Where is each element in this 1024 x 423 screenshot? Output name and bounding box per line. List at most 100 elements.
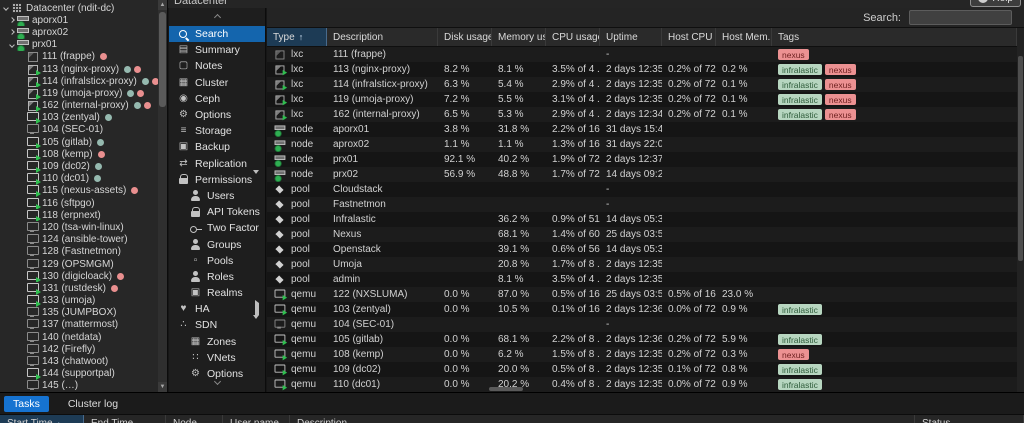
tree-item-prx01[interactable]: prx01 [0, 39, 158, 51]
menu-scroll-up-icon[interactable] [169, 8, 265, 26]
task-column-status[interactable]: Status [915, 415, 1024, 423]
task-column-start-time[interactable]: Start Time ↓ [0, 415, 84, 423]
menu-item-storage[interactable]: ≡ Storage [169, 123, 265, 139]
tree-scrollbar[interactable]: ▲ ▼ [158, 0, 167, 392]
tree-item-129-opsmgm[interactable]: 129 (OPSMGM) [0, 258, 158, 270]
resource-row-108-kemp[interactable]: qemu 108 (kemp) 0.0 % 6.2 % 1.5% of 8 ... 2 d… [267, 347, 1024, 362]
table-vscroll-thumb[interactable] [1018, 56, 1023, 261]
menu-item-zones[interactable]: ▦ Zones [169, 334, 265, 350]
tree-item-142-firefly[interactable]: 142 (Firefly) [0, 343, 158, 355]
column-header-host-cpu[interactable]: Host CPU ... [662, 28, 716, 46]
tree-item-133-umoja[interactable]: 133 (umoja) [0, 295, 158, 307]
tree-expander-icon[interactable] [8, 29, 16, 36]
tree-item-103-zentyal[interactable]: 103 (zentyal) [0, 112, 158, 124]
resource-row-110-dc01[interactable]: qemu110 (dc01)0.0 %20.2 %0.4% of 8 ...2 … [267, 377, 1024, 392]
menu-item-api-tokens[interactable]: API Tokens [169, 204, 265, 220]
resource-row-umoja[interactable]: pool Umoja 20.8 % 1.7% of 8 ... 2 days 12:35… [267, 257, 1024, 272]
tree-scroll-up-icon[interactable]: ▲ [158, 0, 167, 10]
resource-row-105-gitlab[interactable]: qemu 105 (gitlab) 0.0 % 68.1 % 2.2% of 8 ...… [267, 332, 1024, 347]
menu-item-permissions[interactable]: Permissions [169, 169, 265, 188]
tree-item-109-dc02[interactable]: 109 (dc02) [0, 160, 158, 173]
tree-scroll-down-icon[interactable]: ▼ [158, 382, 167, 392]
tree-item-108-kemp[interactable]: 108 (kemp) [0, 148, 158, 161]
menu-item-realms[interactable]: ▣ Realms [169, 285, 265, 301]
tree-item-116-sftpgo[interactable]: 116 (sftpgo) [0, 197, 158, 210]
column-header-cpu-usage[interactable]: CPU usage [546, 28, 600, 46]
column-header-memory-us[interactable]: Memory us... [492, 28, 546, 46]
tree-item-124-ansible-tower[interactable]: 124 (ansible-tower) [0, 234, 158, 246]
tree-item-119-umoja-proxy[interactable]: 119 (umoja-proxy) [0, 87, 158, 100]
resource-row-111-frappe[interactable]: lxc 111 (frappe) - nexus [267, 47, 1024, 62]
menu-item-summary[interactable]: ▤ Summary [169, 42, 265, 58]
menu-item-groups[interactable]: Groups [169, 236, 265, 252]
menu-item-vnets[interactable]: ∷ VNets [169, 350, 265, 366]
search-input[interactable] [909, 10, 1012, 25]
resource-row-prx01[interactable]: node prx01 92.1 % 40.2 % 1.9% of 72 ... 2 day… [267, 152, 1024, 167]
tree-expander-icon[interactable] [8, 41, 16, 48]
menu-item-sdn[interactable]: ∴ SDN [169, 315, 265, 333]
menu-item-ha[interactable]: ♥ HA [169, 300, 265, 319]
tree-item-105-gitlab[interactable]: 105 (gitlab) [0, 136, 158, 149]
tree-expander-icon[interactable] [8, 17, 16, 24]
resource-row-infralastic[interactable]: pool Infralastic 36.2 % 0.9% of 51 ... 14 da… [267, 212, 1024, 227]
tree-item-140-netdata[interactable]: 140 (netdata) [0, 331, 158, 343]
resource-row-fastnetmon[interactable]: pool Fastnetmon - [267, 197, 1024, 212]
column-header-type[interactable]: Type ↑ [267, 28, 327, 46]
tree-item-137-mattermost[interactable]: 137 (mattermost) [0, 319, 158, 331]
tab-cluster-log[interactable]: Cluster log [59, 396, 127, 412]
menu-item-ceph[interactable]: ◉ Ceph [169, 91, 265, 107]
resource-row-114-infralsticx-proxy[interactable]: lxc 114 (infralsticx-proxy) 6.3 % 5.4 % 2.9%… [267, 77, 1024, 92]
resource-row-122-nxsluma[interactable]: qemu 122 (NXSLUMA) 0.0 % 87.0 % 0.5% of 16 .… [267, 287, 1024, 302]
tree-item-114-infralsticx-proxy[interactable]: 114 (infralsticx-proxy) [0, 75, 158, 88]
tree-expander-icon[interactable] [2, 5, 10, 11]
resource-row-admin[interactable]: pool admin 8.1 % 3.5% of 4 ... 2 days 12:35.… [267, 272, 1024, 287]
resource-row-109-dc02[interactable]: qemu 109 (dc02) 0.0 % 20.0 % 0.5% of 8 ... 2 … [267, 362, 1024, 377]
help-button[interactable]: ? Help [970, 0, 1021, 7]
task-column-description[interactable]: Description [290, 415, 915, 423]
tree-item-145[interactable]: 145 (…) [0, 380, 158, 392]
tree-item-135-jumpbox[interactable]: 135 (JUMPBOX) [0, 307, 158, 319]
resource-row-aprox02[interactable]: node aprox02 1.1 % 1.1 % 1.3% of 16 ... 31 da… [267, 137, 1024, 152]
menu-item-pools[interactable]: ▫ Pools [169, 253, 265, 269]
resource-row-162-internal-proxy[interactable]: lxc 162 (internal-proxy) 6.5 % 5.3 % 2.9% of… [267, 107, 1024, 122]
column-header-host-mem[interactable]: Host Mem... [716, 28, 772, 46]
tree-item-aporx01[interactable]: aporx01 [0, 14, 158, 27]
tree-item-144-supportpal[interactable]: 144 (supportpal) [0, 368, 158, 380]
resource-row-104-sec-01[interactable]: qemu 104 (SEC-01) - [267, 317, 1024, 332]
tree-item-113-nginx-proxy[interactable]: 113 (nginx-proxy) [0, 63, 158, 76]
column-header-disk-usage[interactable]: Disk usage... [438, 28, 492, 46]
column-header-uptime[interactable]: Uptime [600, 28, 662, 46]
resource-row-cloudstack[interactable]: pool Cloudstack - [267, 182, 1024, 197]
task-column-end-time[interactable]: End Time [84, 415, 166, 423]
table-horizontal-scrollbar[interactable] [489, 387, 523, 391]
menu-item-users[interactable]: Users [169, 188, 265, 204]
menu-item-roles[interactable]: Roles [169, 269, 265, 285]
tree-scroll-thumb[interactable] [159, 12, 166, 107]
resource-row-nexus[interactable]: pool Nexus 68.1 % 1.4% of 60 ... 25 days 03:… [267, 227, 1024, 242]
tree-item-110-dc01[interactable]: 110 (dc01) [0, 173, 158, 185]
resource-row-aporx01[interactable]: node aporx01 3.8 % 31.8 % 2.2% of 16 ... 31 d… [267, 122, 1024, 137]
tree-item-128-fastnetmon[interactable]: 128 (Fastnetmon) [0, 246, 158, 258]
column-header-description[interactable]: Description [327, 28, 438, 46]
column-header-tags[interactable]: Tags [772, 28, 1017, 46]
tree-item-115-nexus-assets[interactable]: 115 (nexus-assets) [0, 185, 158, 197]
resource-row-openstack[interactable]: pool Openstack 39.1 % 0.6% of 56 ... 14 days… [267, 242, 1024, 257]
menu-item-cluster[interactable]: ▦ Cluster [169, 75, 265, 91]
menu-item-notes[interactable]: ▢ Notes [169, 58, 265, 74]
tree-item-130-digicloack[interactable]: 130 (digicloack) [0, 270, 158, 283]
tree-item-datacenter-ndit-dc[interactable]: Datacenter (ndit-dc) [0, 2, 158, 14]
resource-row-113-nginx-proxy[interactable]: lxc 113 (nginx-proxy) 8.2 % 8.1 % 3.5% of 4 … [267, 62, 1024, 77]
menu-scroll-down-icon[interactable] [169, 372, 265, 390]
tree-item-143-chatwoot[interactable]: 143 (chatwoot) [0, 355, 158, 367]
menu-item-two-factor[interactable]: Two Factor [169, 220, 265, 236]
resource-row-prx02[interactable]: node prx02 56.9 % 48.8 % 1.7% of 72 ... 14 da… [267, 167, 1024, 182]
resource-row-103-zentyal[interactable]: qemu 103 (zentyal) 0.0 % 10.5 % 0.1% of 16 .… [267, 302, 1024, 317]
task-column-user-name[interactable]: User name [223, 415, 290, 423]
tree-item-104-sec-01[interactable]: 104 (SEC-01) [0, 124, 158, 136]
menu-item-options[interactable]: ⚙ Options [169, 107, 265, 123]
menu-item-backup[interactable]: ▣ Backup [169, 139, 265, 155]
menu-item-search[interactable]: Search [169, 26, 265, 43]
tree-item-131-rustdesk[interactable]: 131 (rustdesk) [0, 282, 158, 295]
table-vertical-scrollbar[interactable] [1017, 28, 1024, 392]
tree-item-aprox02[interactable]: aprox02 [0, 26, 158, 39]
